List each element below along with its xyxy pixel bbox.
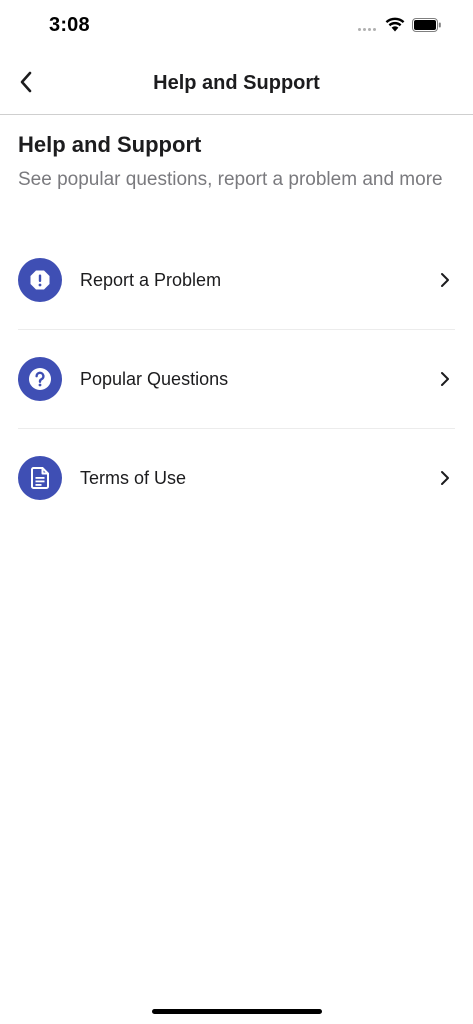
chevron-right-icon — [441, 471, 449, 485]
status-time: 3:08 — [49, 14, 90, 36]
document-icon — [18, 456, 62, 500]
menu-item-report-a-problem[interactable]: Report a Problem — [18, 231, 455, 330]
nav-title: Help and Support — [153, 72, 320, 94]
navigation-bar: Help and Support — [0, 50, 473, 115]
home-indicator[interactable] — [152, 1009, 322, 1014]
wifi-icon — [385, 17, 405, 32]
page-title: Help and Support — [18, 132, 202, 157]
status-bar: 3:08 — [0, 0, 473, 50]
support-menu-list: Report a Problem Popular Questions Terms… — [18, 231, 455, 527]
cellular-signal-icon — [358, 28, 376, 31]
question-circle-icon — [18, 357, 62, 401]
menu-item-label: Report a Problem — [80, 269, 222, 290]
menu-item-label: Terms of Use — [80, 467, 187, 488]
help-and-support-screen: 3:08 Help and Support Help and Support S… — [0, 0, 473, 1024]
menu-item-popular-questions[interactable]: Popular Questions — [18, 330, 455, 429]
chevron-right-icon — [441, 273, 449, 287]
chevron-right-icon — [441, 372, 449, 386]
page-subtitle: See popular questions, report a problem … — [18, 169, 443, 190]
battery-icon — [412, 18, 441, 32]
menu-item-label: Popular Questions — [80, 368, 229, 389]
menu-item-terms-of-use[interactable]: Terms of Use — [18, 429, 455, 527]
exclamation-octagon-icon — [18, 258, 62, 302]
